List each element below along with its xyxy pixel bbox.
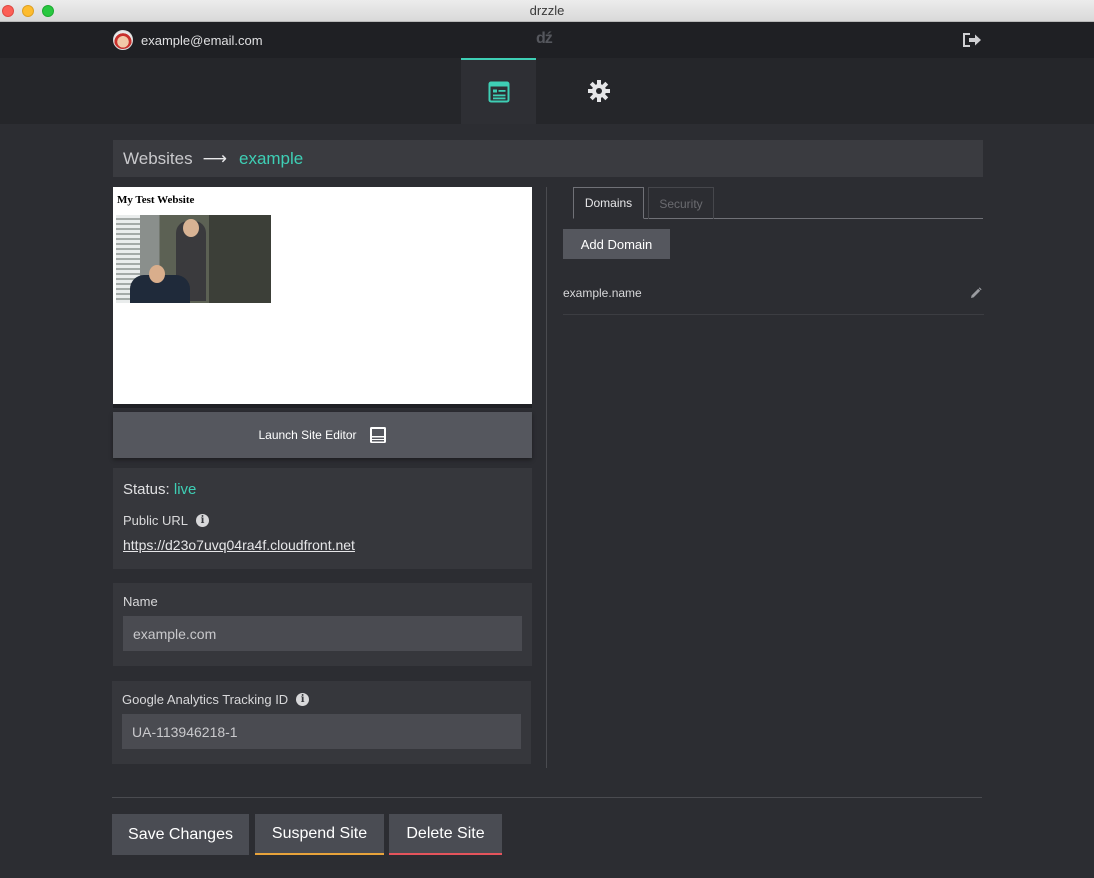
logout-icon[interactable] [961,31,983,49]
preview-site-title: My Test Website [117,194,195,206]
preview-image [116,215,271,303]
tab-domains[interactable]: Domains [573,187,644,219]
pencil-icon[interactable] [970,287,982,299]
status-card: Status: live Public URL i https://d23o7u… [113,468,532,569]
panel-divider [546,187,547,768]
list-item: example.name [563,280,984,315]
ga-tracking-id-input[interactable] [122,714,521,749]
tab-settings[interactable] [561,58,636,124]
add-domain-button[interactable]: Add Domain [563,229,670,259]
gear-icon [587,80,610,102]
ga-label-row: Google Analytics Tracking ID i [122,692,310,707]
google-analytics-card: Google Analytics Tracking ID i [112,681,531,764]
status-value: live [173,481,197,498]
window-titlebar: drzzle [0,0,1094,22]
launch-site-editor-button[interactable]: Launch Site Editor [113,412,532,458]
status-line: Status: live [123,481,196,498]
main-nav [0,58,1094,124]
info-icon[interactable]: i [196,514,210,527]
save-changes-button[interactable]: Save Changes [112,814,249,855]
name-field-label: Name [123,594,158,609]
delete-site-button[interactable]: Delete Site [389,814,502,855]
avatar[interactable] [113,30,133,50]
website-list-icon [488,81,509,103]
public-url-label: Public URL [123,513,189,528]
user-email: example@email.com [141,33,263,48]
top-bar: example@email.com dź [0,22,1094,58]
breadcrumb-arrow-icon: ⟶ [202,148,227,168]
site-preview: My Test Website [113,187,532,408]
window-title: drzzle [529,3,565,18]
editor-icon [369,427,386,443]
suspend-site-button[interactable]: Suspend Site [255,814,384,855]
status-label: Status: [123,481,170,498]
breadcrumb-websites-link[interactable]: Websites [123,149,193,169]
footer-divider [112,797,982,798]
breadcrumb: Websites ⟶ example [113,140,983,177]
app-logo: dź [536,30,553,47]
name-input[interactable] [123,616,522,651]
name-card: Name [113,583,532,666]
ga-field-label: Google Analytics Tracking ID [122,692,289,707]
domain-name: example.name [563,286,642,300]
breadcrumb-current: example [238,148,304,168]
launch-site-editor-label: Launch Site Editor [258,428,357,442]
tab-websites[interactable] [461,58,536,124]
tab-security[interactable]: Security [648,187,714,219]
info-icon[interactable]: i [296,693,310,706]
public-url-link[interactable]: https://d23o7uvq04ra4f.cloudfront.net [123,537,355,553]
public-url-label-row: Public URL i [123,513,210,528]
